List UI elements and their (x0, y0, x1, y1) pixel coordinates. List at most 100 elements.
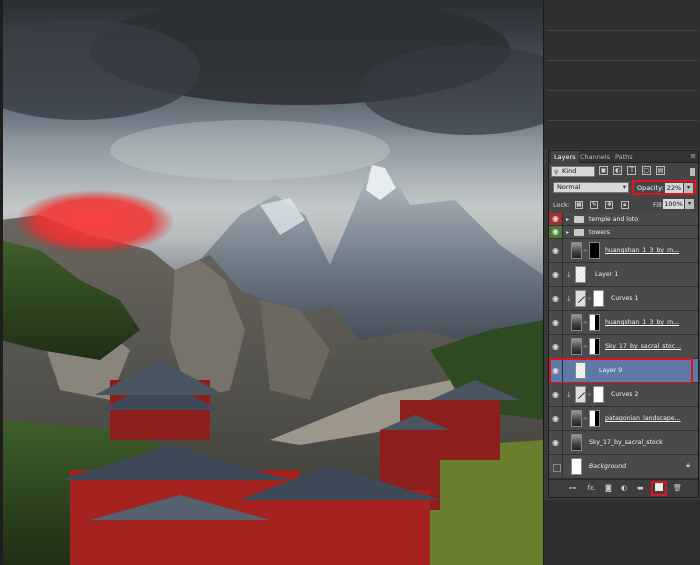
layer-row[interactable]: ◉ ∞ huangshan_1_3_by_m... (549, 239, 698, 263)
folder-icon[interactable]: ▬ (637, 484, 644, 492)
eye-icon: ◉ (552, 318, 559, 327)
layer-name: Curves 1 (611, 295, 639, 302)
opacity-input[interactable]: 22% (665, 183, 683, 193)
layers-tabbar: Layers Channels Paths ≡ (549, 151, 698, 163)
new-layer-icon[interactable] (655, 483, 663, 491)
filter-kind-select[interactable]: ⚲ Kind (551, 166, 595, 177)
visibility-toggle[interactable]: ◉ (549, 455, 563, 478)
right-panel-dock: Layers Channels Paths ≡ ⚲ Kind ▣ ◐ T ▢ ▤… (543, 0, 700, 565)
curves-adjustment-icon (575, 386, 586, 403)
tab-channels[interactable]: Channels (577, 151, 613, 163)
lock-label: Lock: (553, 201, 571, 209)
collapsed-panel-area (544, 0, 700, 149)
eye-icon: ◉ (552, 390, 559, 399)
link-icon: ∞ (583, 320, 588, 326)
layer-thumbnail (571, 338, 582, 355)
visibility-toggle[interactable]: ◉ (549, 239, 563, 262)
layer-row[interactable]: ◉ ↓ Layer 1 (549, 263, 698, 287)
layer-row[interactable]: ◉ Sky_17_by_sacral_stock (549, 431, 698, 455)
visibility-toggle[interactable]: ◉ (549, 335, 563, 358)
layer-thumbnail (571, 314, 582, 331)
layer-row[interactable]: ◉ ↓ ∞ Curves 1 (549, 287, 698, 311)
lock-transparent-icon[interactable]: ▦ (575, 201, 583, 209)
layer-thumbnail (571, 242, 582, 259)
visibility-toggle[interactable]: ◉ (549, 263, 563, 286)
layer-row[interactable]: ◉ ↓ ∞ Curves 2 (549, 383, 698, 407)
layer-row-temple-and-loto[interactable]: ◉ ▸ temple and loto (549, 213, 698, 226)
fill-dropdown-icon[interactable]: ▾ (685, 199, 694, 209)
smart-object-filter-icon[interactable]: ▤ (655, 166, 665, 175)
layer-row[interactable]: ◉ ∞ huangshan_1_3_by_m... (549, 311, 698, 335)
mask-thumbnail (593, 386, 604, 403)
scene-artwork (0, 0, 543, 565)
trash-icon[interactable]: 🗑︎ (673, 484, 682, 492)
eye-icon: ◉ (552, 214, 559, 223)
link-icon: ∞ (587, 392, 592, 398)
layer-thumbnail (575, 266, 586, 283)
layer-name: Layer 1 (595, 271, 619, 278)
lock-icons: ▦ ✎ ✥ 🔒︎ (575, 200, 634, 209)
visibility-toggle[interactable]: ◉ (549, 407, 563, 430)
clipping-icon: ↓ (566, 391, 572, 399)
lock-fill-row: Lock: ▦ ✎ ✥ 🔒︎ Fill: 100% ▾ (551, 199, 697, 211)
layer-name: Background (589, 463, 627, 470)
expand-arrow-icon[interactable]: ▸ (566, 229, 569, 236)
chevron-down-icon: ▾ (622, 183, 626, 191)
visibility-toggle[interactable]: ◉ (549, 226, 563, 238)
layer-row-background[interactable]: ◉ Background 🔒︎ (549, 455, 698, 479)
blend-mode-select[interactable]: Normal ▾ (553, 182, 629, 193)
visibility-toggle[interactable]: ◉ (549, 311, 563, 334)
adjustment-icon[interactable]: ◐ (621, 484, 627, 492)
blend-opacity-row: Normal ▾ Opacity: 22% ▾ (551, 180, 697, 195)
folder-icon (574, 216, 584, 223)
eye-icon: ◉ (552, 270, 559, 279)
document-canvas[interactable] (0, 0, 543, 565)
layers-bottom-bar: ⊶ fx. ◙ ◐ ▬ 🗑︎ (549, 479, 698, 497)
layer-name: huangshan_1_3_by_m... (605, 319, 680, 326)
eye-icon: ◉ (552, 414, 559, 423)
link-icon: ∞ (583, 416, 588, 422)
adjustment-filter-icon[interactable]: ◐ (613, 166, 623, 175)
lock-position-icon[interactable]: ✥ (605, 201, 614, 209)
lock-all-icon[interactable]: 🔒︎ (620, 201, 629, 209)
opacity-highlight: Opacity: 22% ▾ (632, 180, 696, 195)
visibility-toggle[interactable]: ◉ (549, 213, 563, 225)
panel-menu-icon[interactable]: ≡ (690, 152, 696, 160)
curves-adjustment-icon (575, 290, 586, 307)
mask-thumbnail (589, 242, 600, 259)
layer-row-towers[interactable]: ◉ ▸ towers (549, 226, 698, 239)
opacity-dropdown-icon[interactable]: ▾ (684, 183, 693, 193)
mask-thumbnail (593, 290, 604, 307)
tab-layers[interactable]: Layers (551, 151, 579, 163)
layer-row[interactable]: ◉ ∞ patagonian_landscape... (549, 407, 698, 431)
eye-icon: ◉ (552, 342, 559, 351)
layer-name: temple and loto (589, 216, 639, 223)
link-icon[interactable]: ⊶ (569, 484, 576, 492)
layer-thumbnail (571, 434, 582, 451)
canvas-edge (0, 0, 3, 565)
expand-arrow-icon[interactable]: ▸ (566, 216, 569, 223)
shape-filter-icon[interactable]: ▢ (641, 166, 651, 175)
tab-paths[interactable]: Paths (612, 151, 636, 163)
layer-name: towers (589, 229, 610, 236)
fill-input[interactable]: 100% (663, 199, 684, 209)
search-icon: ⚲ (554, 169, 559, 176)
mask-icon[interactable]: ◙ (605, 484, 612, 492)
layer-name: huangshan_1_3_by_m... (605, 247, 680, 254)
layer-name: patagonian_landscape... (605, 415, 681, 422)
visibility-toggle[interactable]: ◉ (549, 287, 563, 310)
visibility-toggle[interactable]: ◉ (549, 383, 563, 406)
type-filter-icon[interactable]: T (627, 166, 637, 175)
filter-kind-label: Kind (562, 167, 577, 175)
layer-filter-row: ⚲ Kind ▣ ◐ T ▢ ▤ (551, 166, 697, 178)
layer-row[interactable]: ◉ ∞ Sky_17_by_sacral_stoc... (549, 335, 698, 359)
layer-list: ◉ ▸ temple and loto ◉ ▸ towers ◉ ∞ huang… (549, 213, 698, 479)
clipping-icon: ↓ (566, 271, 572, 279)
filter-toggle-icon[interactable] (690, 168, 695, 176)
fx-icon[interactable]: fx. (587, 484, 596, 492)
pixel-filter-icon[interactable]: ▣ (599, 166, 608, 175)
visibility-toggle[interactable]: ◉ (549, 431, 563, 454)
layer-name: Curves 2 (611, 391, 639, 398)
mask-thumbnail (589, 410, 600, 427)
lock-image-icon[interactable]: ✎ (590, 201, 599, 209)
